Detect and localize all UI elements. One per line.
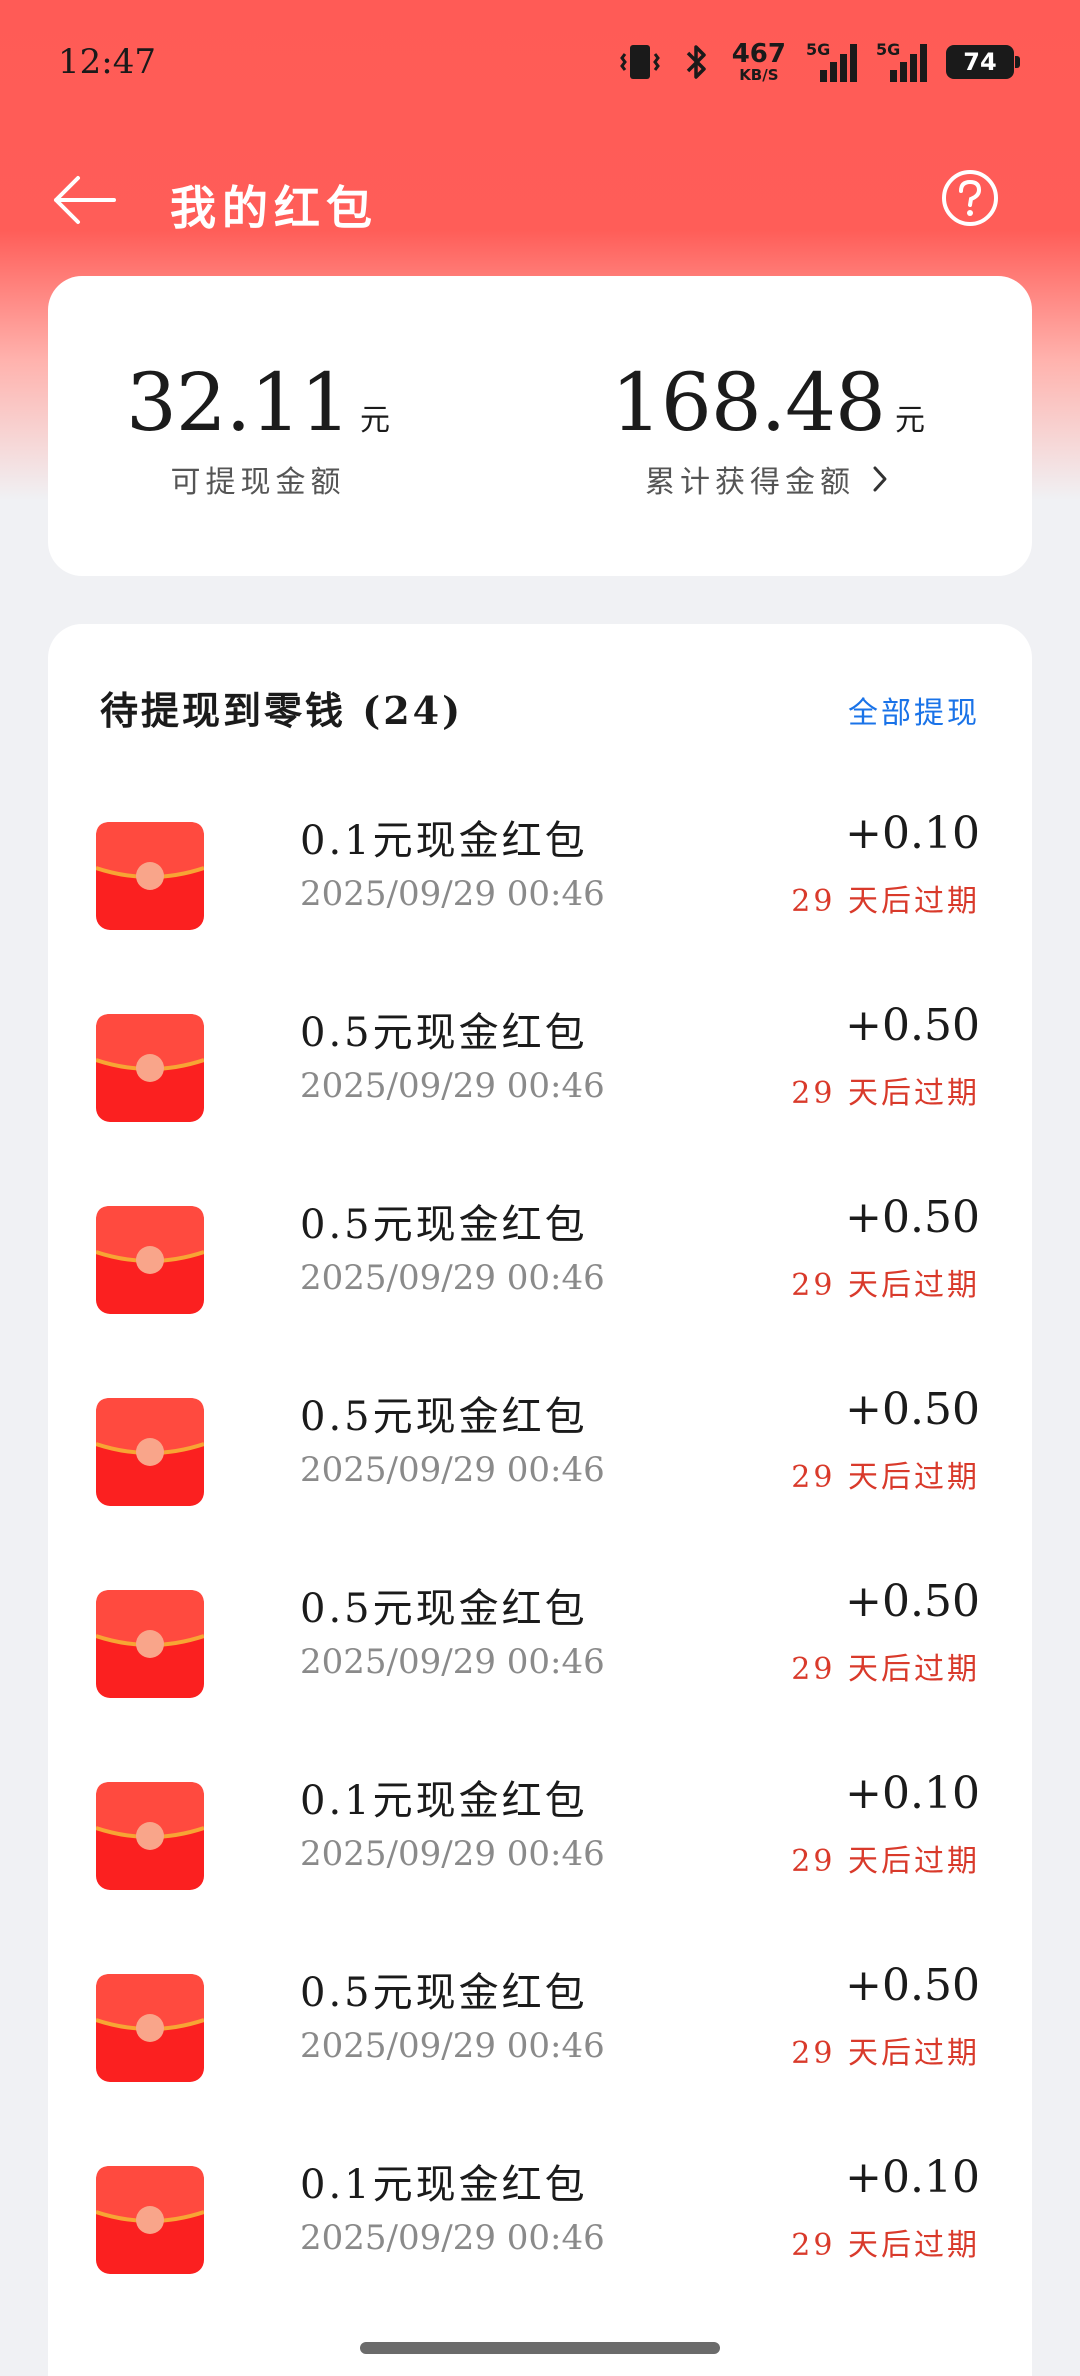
item-time: 2025/09/29 00:46 bbox=[300, 1642, 605, 1682]
withdrawable-label: 可提现金额 bbox=[170, 465, 346, 500]
red-packet-list: 0.1元现金红包 2025/09/29 00:46 +0.10 29 天后过期 … bbox=[96, 794, 980, 2330]
list-header: 待提现到零钱 (24) 全部提现 bbox=[100, 680, 980, 740]
arrow-left-icon bbox=[54, 176, 116, 224]
item-time: 2025/09/29 00:46 bbox=[300, 2026, 605, 2066]
item-time: 2025/09/29 00:46 bbox=[300, 874, 605, 914]
item-name: 0.1元现金红包 bbox=[300, 2162, 588, 2208]
status-time: 12:47 bbox=[58, 42, 156, 82]
help-button[interactable] bbox=[940, 168, 1000, 228]
red-envelope-icon bbox=[96, 1398, 204, 1506]
item-expire: 29 天后过期 bbox=[791, 1652, 980, 1687]
item-time: 2025/09/29 00:46 bbox=[300, 1066, 605, 1106]
chevron-right-icon bbox=[873, 466, 887, 492]
list-item[interactable]: 0.5元现金红包 2025/09/29 00:46 +0.50 29 天后过期 bbox=[96, 986, 980, 1178]
item-time: 2025/09/29 00:46 bbox=[300, 1450, 605, 1490]
pending-withdraw-card: 待提现到零钱 (24) 全部提现 0.1元现金红包 2025/09/29 00:… bbox=[48, 624, 1032, 2376]
network-speed: 467 KB/S bbox=[732, 41, 786, 83]
question-circle-icon bbox=[942, 170, 998, 226]
app-header: 我的红包 bbox=[0, 150, 1080, 250]
withdrawable-value: 32.11 bbox=[125, 356, 351, 449]
item-name: 0.5元现金红包 bbox=[300, 1586, 588, 1632]
item-name: 0.5元现金红包 bbox=[300, 1202, 588, 1248]
signal-icon-2: 5G bbox=[876, 40, 927, 82]
withdrawable-amount: 32.11 元 可提现金额 bbox=[48, 356, 468, 501]
network-speed-unit: KB/S bbox=[739, 66, 779, 84]
home-indicator[interactable] bbox=[360, 2342, 720, 2354]
signal-label: 5G bbox=[806, 40, 831, 59]
item-expire: 29 天后过期 bbox=[791, 2036, 980, 2071]
bluetooth-icon bbox=[686, 45, 706, 79]
item-amount: +0.10 bbox=[845, 1768, 980, 1819]
item-expire: 29 天后过期 bbox=[791, 1844, 980, 1879]
item-time: 2025/09/29 00:46 bbox=[300, 1834, 605, 1874]
list-item[interactable]: 0.5元现金红包 2025/09/29 00:46 +0.50 29 天后过期 bbox=[96, 1178, 980, 1370]
list-title: 待提现到零钱 (24) bbox=[100, 688, 464, 733]
status-bar: 12:47 467 KB/S 5G 5G 74 bbox=[0, 0, 1080, 120]
list-item[interactable]: 0.1元现金红包 2025/09/29 00:46 +0.10 29 天后过期 bbox=[96, 794, 980, 986]
withdrawable-unit: 元 bbox=[360, 403, 391, 438]
item-expire: 29 天后过期 bbox=[791, 884, 980, 919]
red-envelope-icon bbox=[96, 1782, 204, 1890]
item-amount: +0.10 bbox=[845, 2152, 980, 2203]
item-expire: 29 天后过期 bbox=[791, 1076, 980, 1111]
battery-icon: 74 bbox=[946, 45, 1020, 79]
item-time: 2025/09/29 00:46 bbox=[300, 1258, 605, 1298]
list-item[interactable]: 0.5元现金红包 2025/09/29 00:46 +0.50 29 天后过期 bbox=[96, 1946, 980, 2138]
network-speed-value: 467 bbox=[731, 39, 786, 69]
item-amount: +0.50 bbox=[845, 1960, 980, 2011]
item-amount: +0.50 bbox=[845, 1192, 980, 1243]
item-name: 0.5元现金红包 bbox=[300, 1970, 588, 2016]
list-item[interactable]: 0.1元现金红包 2025/09/29 00:46 +0.10 29 天后过期 bbox=[96, 2138, 980, 2330]
page: 12:47 467 KB/S 5G 5G 74 我的红包 32.11 元 可提现… bbox=[0, 0, 1080, 2376]
item-expire: 29 天后过期 bbox=[791, 1268, 980, 1303]
red-envelope-icon bbox=[96, 822, 204, 930]
item-expire: 29 天后过期 bbox=[791, 1460, 980, 1495]
balance-summary-card: 32.11 元 可提现金额 168.48 元 累计获得金额 bbox=[48, 276, 1032, 576]
item-amount: +0.50 bbox=[845, 1384, 980, 1435]
item-expire: 29 天后过期 bbox=[791, 2228, 980, 2263]
list-item[interactable]: 0.5元现金红包 2025/09/29 00:46 +0.50 29 天后过期 bbox=[96, 1562, 980, 1754]
red-envelope-icon bbox=[96, 2166, 204, 2274]
total-earned-unit: 元 bbox=[894, 403, 925, 438]
list-item[interactable]: 0.1元现金红包 2025/09/29 00:46 +0.10 29 天后过期 bbox=[96, 1754, 980, 1946]
signal-icon: 5G bbox=[806, 40, 857, 82]
total-earned-label: 累计获得金额 bbox=[645, 465, 855, 500]
red-envelope-icon bbox=[96, 1206, 204, 1314]
item-amount: +0.10 bbox=[845, 808, 980, 859]
signal-label-2: 5G bbox=[876, 40, 901, 59]
page-title: 我的红包 bbox=[170, 181, 378, 235]
red-envelope-icon bbox=[96, 1014, 204, 1122]
total-earned-amount[interactable]: 168.48 元 累计获得金额 bbox=[558, 356, 978, 501]
item-name: 0.1元现金红包 bbox=[300, 818, 588, 864]
red-envelope-icon bbox=[96, 1974, 204, 2082]
item-name: 0.1元现金红包 bbox=[300, 1778, 588, 1824]
item-amount: +0.50 bbox=[845, 1000, 980, 1051]
total-earned-value: 168.48 bbox=[611, 356, 886, 449]
list-item[interactable]: 0.5元现金红包 2025/09/29 00:46 +0.50 29 天后过期 bbox=[96, 1370, 980, 1562]
status-icons: 467 KB/S 5G 5G 74 bbox=[618, 40, 1020, 84]
withdraw-all-button[interactable]: 全部提现 bbox=[848, 688, 980, 732]
item-name: 0.5元现金红包 bbox=[300, 1010, 588, 1056]
item-time: 2025/09/29 00:46 bbox=[300, 2218, 605, 2258]
item-amount: +0.50 bbox=[845, 1576, 980, 1627]
vibrate-icon bbox=[619, 45, 660, 79]
back-button[interactable] bbox=[48, 170, 120, 230]
red-envelope-icon bbox=[96, 1590, 204, 1698]
item-name: 0.5元现金红包 bbox=[300, 1394, 588, 1440]
